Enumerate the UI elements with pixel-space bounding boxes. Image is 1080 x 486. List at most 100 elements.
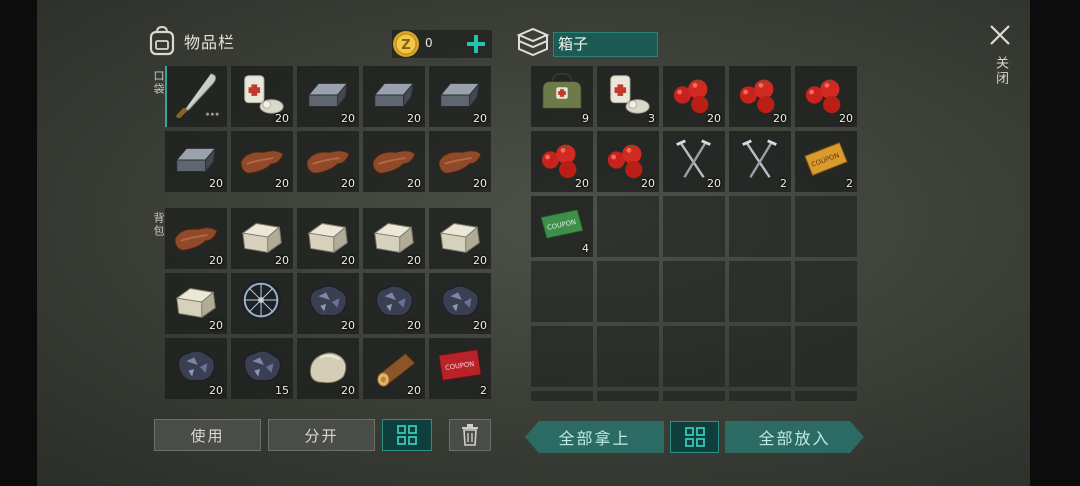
box-header xyxy=(516,26,550,56)
pocket-slot[interactable]: 20 xyxy=(363,66,425,127)
backpack-slot[interactable]: 20 xyxy=(165,273,227,334)
box-slot[interactable] xyxy=(663,196,725,257)
box-slot[interactable] xyxy=(729,196,791,257)
medkit-bag-icon xyxy=(542,72,582,109)
backpack-slot[interactable]: 20 xyxy=(297,273,359,334)
green-coupon-icon: COUPON xyxy=(540,209,584,239)
backpack-slot[interactable]: 20 xyxy=(363,338,425,399)
box-slot[interactable] xyxy=(663,261,725,322)
box-slot[interactable]: COUPON 2 xyxy=(795,131,857,192)
stone-block-icon xyxy=(241,223,282,254)
sort-inventory-button[interactable] xyxy=(382,419,432,451)
delete-button[interactable] xyxy=(449,419,491,451)
machete-icon xyxy=(176,73,219,118)
box-slot[interactable] xyxy=(795,261,857,322)
box-slot[interactable] xyxy=(795,196,857,257)
bandage-icon xyxy=(610,75,650,114)
item-count: 20 xyxy=(473,177,487,190)
tomato-icon xyxy=(739,79,775,114)
backpack-slot[interactable] xyxy=(231,273,293,334)
item-count: 20 xyxy=(575,177,589,190)
box-slot[interactable] xyxy=(531,326,593,387)
box-slot[interactable]: 20 xyxy=(663,131,725,192)
pocket-slot[interactable]: 20 xyxy=(231,131,293,192)
backpack-slot[interactable]: 20 xyxy=(363,208,425,269)
box-slot[interactable] xyxy=(531,261,593,322)
pocket-slot[interactable]: 20 xyxy=(363,131,425,192)
close-icon[interactable] xyxy=(989,24,1011,46)
pocket-slot[interactable] xyxy=(165,66,227,127)
tomato-icon xyxy=(541,144,577,179)
backpack-slot[interactable]: COUPON 2 xyxy=(429,338,491,399)
box-slot[interactable] xyxy=(597,391,659,401)
pocket-slot[interactable]: 20 xyxy=(297,66,359,127)
box-slot[interactable] xyxy=(663,391,725,401)
backpack-slot[interactable]: 20 xyxy=(297,208,359,269)
item-count: 20 xyxy=(839,112,853,125)
item-count: 20 xyxy=(209,384,223,397)
box-slot[interactable] xyxy=(729,326,791,387)
use-button[interactable]: 使用 xyxy=(154,419,261,451)
box-slot[interactable]: 20 xyxy=(795,66,857,127)
item-count: 20 xyxy=(707,177,721,190)
pocket-slot[interactable]: 20 xyxy=(165,131,227,192)
orange-coupon-icon: COUPON xyxy=(804,142,848,176)
backpack-slot[interactable]: 20 xyxy=(429,273,491,334)
backpack-slot[interactable]: 20 xyxy=(429,208,491,269)
sort-box-button[interactable] xyxy=(670,421,719,453)
pocket-slot[interactable]: 20 xyxy=(429,66,491,127)
backpack-slot[interactable]: 20 xyxy=(231,208,293,269)
split-button[interactable]: 分开 xyxy=(268,419,375,451)
box-slot[interactable]: COUPON 4 xyxy=(531,196,593,257)
item-count: 20 xyxy=(407,384,421,397)
box-slot[interactable] xyxy=(597,261,659,322)
item-count: 20 xyxy=(407,177,421,190)
inventory-header: 物品栏 xyxy=(148,26,235,56)
box-grid-viewport[interactable]: 9 3 20 20 20 20 20 20 2 COUPON 2 COUPON 4 xyxy=(531,66,858,401)
box-slot[interactable]: 2 xyxy=(729,131,791,192)
box-slot[interactable] xyxy=(531,391,593,401)
item-count: 20 xyxy=(275,177,289,190)
item-count: 20 xyxy=(707,112,721,125)
pocket-slot[interactable]: 20 xyxy=(297,131,359,192)
item-count: 20 xyxy=(275,112,289,125)
close-label[interactable]: 关闭 xyxy=(992,56,1010,86)
box-slot[interactable]: 20 xyxy=(729,66,791,127)
box-slot[interactable] xyxy=(597,326,659,387)
iron-ingot-icon xyxy=(439,81,481,108)
pocket-label: 口袋 xyxy=(152,70,165,96)
pocket-slot[interactable]: 20 xyxy=(429,131,491,192)
backpack-slot[interactable]: 20 xyxy=(165,338,227,399)
box-slot[interactable] xyxy=(663,326,725,387)
add-coins-icon[interactable] xyxy=(466,34,486,54)
box-slot[interactable]: 9 xyxy=(531,66,593,127)
backpack-slot[interactable]: 20 xyxy=(297,338,359,399)
wheel-icon xyxy=(240,279,282,321)
box-grid: 9 3 20 20 20 20 20 20 2 COUPON 2 COUPON 4 xyxy=(531,66,857,401)
box-slot[interactable] xyxy=(795,391,857,401)
pocket-grid: 20 20 20 20 20 20 20 20 20 xyxy=(165,66,491,192)
put-all-button[interactable]: 全部放入 xyxy=(725,421,864,453)
box-slot[interactable] xyxy=(729,391,791,401)
leather-icon xyxy=(174,227,218,251)
box-slot[interactable]: 20 xyxy=(597,131,659,192)
take-all-button[interactable]: 全部拿上 xyxy=(525,421,664,453)
pocket-slot[interactable]: 20 xyxy=(231,66,293,127)
item-count: 20 xyxy=(473,254,487,267)
box-slot[interactable] xyxy=(729,261,791,322)
box-slot[interactable]: 20 xyxy=(663,66,725,127)
trash-icon xyxy=(462,424,478,446)
box-slot[interactable] xyxy=(795,326,857,387)
box-slot[interactable]: 20 xyxy=(531,131,593,192)
box-slot[interactable]: 3 xyxy=(597,66,659,127)
backpack-slot[interactable]: 15 xyxy=(231,338,293,399)
stone-block-icon xyxy=(373,223,414,254)
leather-icon xyxy=(372,150,416,174)
nails-icon xyxy=(676,139,711,178)
box-slot[interactable] xyxy=(597,196,659,257)
coin-count: 0 xyxy=(425,36,433,50)
backpack-slot[interactable]: 20 xyxy=(165,208,227,269)
backpack-slot[interactable]: 20 xyxy=(363,273,425,334)
stone-block-icon xyxy=(439,223,480,254)
box-name-field[interactable]: 箱子 xyxy=(553,32,658,57)
